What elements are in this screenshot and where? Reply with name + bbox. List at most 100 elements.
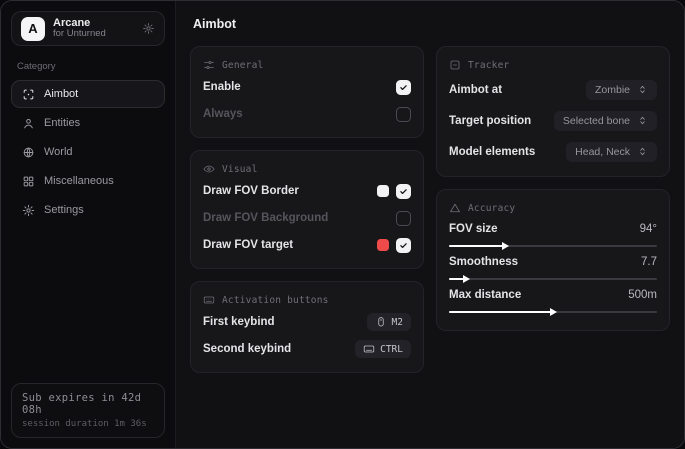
- keyboard-icon: [363, 343, 375, 355]
- keyboard-icon: [203, 294, 215, 306]
- fov-target-checkbox[interactable]: [396, 238, 411, 253]
- general-card-head: General: [203, 59, 411, 71]
- accuracy-card: Accuracy FOV size 94°: [436, 189, 670, 331]
- smoothness-slider-track[interactable]: [449, 278, 657, 280]
- mouse-icon: [375, 316, 387, 328]
- slider-smoothness: Smoothness 7.7: [449, 256, 657, 280]
- sidebar-item-label: World: [44, 146, 73, 158]
- setting-row-second-keybind: Second keybind CTRL: [203, 338, 411, 360]
- setting-label: Draw FOV Background: [203, 212, 328, 224]
- second-keybind-button[interactable]: CTRL: [355, 340, 411, 358]
- activation-card-head: Activation buttons: [203, 294, 411, 306]
- color-swatch-red[interactable]: [377, 239, 389, 251]
- slider-fov-size: FOV size 94°: [449, 223, 657, 247]
- sidebar-item-entities[interactable]: Entities: [11, 109, 165, 137]
- sub-expiry-text: Sub expires in 42d 08h: [22, 392, 154, 416]
- section-title: General: [222, 60, 263, 71]
- eye-icon: [203, 163, 215, 175]
- visual-card-head: Visual: [203, 163, 411, 175]
- sidebar-item-aimbot[interactable]: Aimbot: [11, 80, 165, 108]
- accuracy-card-head: Accuracy: [449, 202, 657, 214]
- select-value: Head, Neck: [575, 146, 630, 158]
- app-logo: A: [21, 17, 45, 41]
- slider-max-distance: Max distance 500m: [449, 289, 657, 313]
- slider-label: FOV size: [449, 223, 498, 235]
- section-title: Activation buttons: [222, 295, 329, 306]
- sidebar-item-label: Miscellaneous: [44, 175, 114, 187]
- general-card: General Enable Always: [190, 46, 424, 138]
- section-title: Accuracy: [468, 203, 515, 214]
- model-elements-select[interactable]: Head, Neck: [566, 142, 657, 162]
- max-distance-slider-track[interactable]: [449, 311, 657, 313]
- slider-value: 500m: [628, 289, 657, 301]
- color-swatch-white[interactable]: [377, 185, 389, 197]
- select-value: Selected bone: [563, 115, 630, 127]
- select-value: Zombie: [595, 84, 630, 96]
- keybind-value: CTRL: [380, 344, 403, 355]
- enable-checkbox[interactable]: [396, 80, 411, 95]
- target-box-icon: [449, 59, 461, 71]
- left-column: General Enable Always: [190, 46, 424, 373]
- section-title: Visual: [222, 164, 258, 175]
- logo-card: A Arcane for Unturned: [11, 11, 165, 46]
- crosshair-scan-icon: [22, 88, 35, 101]
- setting-row-aimbot-at: Aimbot at Zombie: [449, 77, 657, 102]
- globe-icon: [22, 146, 35, 159]
- sidebar-item-settings[interactable]: Settings: [11, 196, 165, 224]
- setting-row-fov-border: Draw FOV Border: [203, 180, 411, 202]
- tracker-card-head: Tracker: [449, 59, 657, 71]
- setting-row-fov-target: Draw FOV target: [203, 234, 411, 256]
- sidebar-item-miscellaneous[interactable]: Miscellaneous: [11, 167, 165, 195]
- setting-label: Model elements: [449, 146, 535, 158]
- page-title: Aimbot: [193, 17, 670, 31]
- setting-row-first-keybind: First keybind M2: [203, 311, 411, 333]
- setting-row-target-position: Target position Selected bone: [449, 108, 657, 133]
- setting-row-fov-background: Draw FOV Background: [203, 207, 411, 229]
- slider-thumb[interactable]: [550, 308, 557, 316]
- setting-row-model-elements: Model elements Head, Neck: [449, 139, 657, 164]
- visual-card: Visual Draw FOV Border Draw FOV Backgrou…: [190, 150, 424, 269]
- session-duration-text: session duration 1m 36s: [22, 419, 154, 429]
- slider-label: Max distance: [449, 289, 521, 301]
- setting-label: Always: [203, 108, 243, 120]
- sidebar-item-label: Entities: [44, 117, 80, 129]
- category-label: Category: [17, 61, 161, 72]
- logo-text: Arcane for Unturned: [53, 17, 106, 41]
- sidebar: A Arcane for Unturned Category Aimbot En…: [1, 1, 176, 448]
- always-checkbox[interactable]: [396, 107, 411, 122]
- sync-gear-icon[interactable]: [142, 22, 155, 35]
- sidebar-item-world[interactable]: World: [11, 138, 165, 166]
- slider-thumb[interactable]: [463, 275, 470, 283]
- chevrons-up-down-icon: [637, 115, 648, 126]
- setting-label: Draw FOV Border: [203, 185, 299, 197]
- activation-card: Activation buttons First keybind M2: [190, 281, 424, 373]
- grid-icon: [22, 175, 35, 188]
- sliders-icon: [203, 59, 215, 71]
- setting-label: Enable: [203, 81, 241, 93]
- aimbot-at-select[interactable]: Zombie: [586, 80, 657, 100]
- sidebar-item-label: Aimbot: [44, 88, 78, 100]
- slider-thumb[interactable]: [502, 242, 509, 250]
- setting-row-always: Always: [203, 103, 411, 125]
- slider-value: 94°: [640, 223, 657, 235]
- slider-fill: [449, 311, 551, 313]
- fov-background-checkbox[interactable]: [396, 211, 411, 226]
- first-keybind-button[interactable]: M2: [367, 313, 411, 331]
- setting-label: Aimbot at: [449, 84, 502, 96]
- setting-label: Second keybind: [203, 343, 291, 355]
- sidebar-item-label: Settings: [44, 204, 84, 216]
- triangle-icon: [449, 202, 461, 214]
- slider-fill: [449, 278, 464, 280]
- target-position-select[interactable]: Selected bone: [554, 111, 657, 131]
- tracker-card: Tracker Aimbot at Zombie: [436, 46, 670, 177]
- setting-label: First keybind: [203, 316, 275, 328]
- chevrons-up-down-icon: [637, 146, 648, 157]
- fov-border-checkbox[interactable]: [396, 184, 411, 199]
- setting-label: Target position: [449, 115, 531, 127]
- content-columns: General Enable Always: [190, 46, 670, 373]
- setting-label: Draw FOV target: [203, 239, 293, 251]
- slider-value: 7.7: [641, 256, 657, 268]
- fov-size-slider-track[interactable]: [449, 245, 657, 247]
- slider-label: Smoothness: [449, 256, 518, 268]
- entity-person-icon: [22, 117, 35, 130]
